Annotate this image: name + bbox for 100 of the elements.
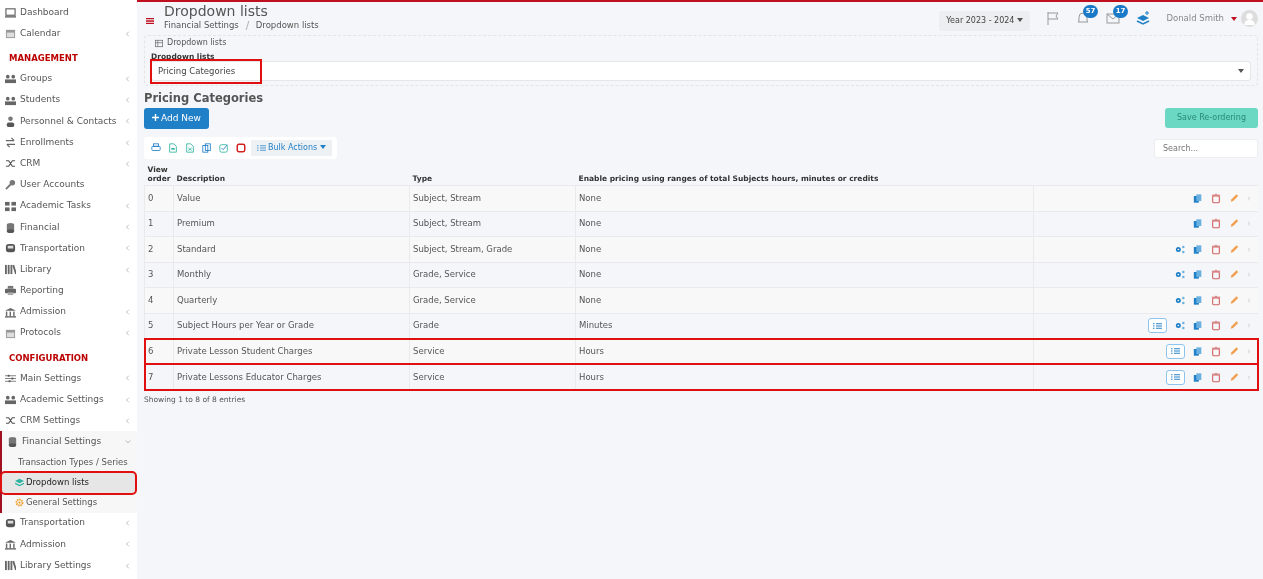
sidebar-item[interactable]: Personnel & Contacts xyxy=(0,110,137,132)
sidebar-item[interactable]: Protocols xyxy=(0,322,137,344)
pencil-icon[interactable] xyxy=(1229,320,1239,332)
shuffle-icon xyxy=(5,415,16,427)
menu-icon xyxy=(146,17,154,25)
square-icon[interactable] xyxy=(236,143,246,153)
trash-icon[interactable] xyxy=(1211,218,1221,230)
sidebar-item[interactable]: Financial xyxy=(0,216,137,238)
year-dropdown[interactable]: Year 2023 - 2024 xyxy=(939,11,1031,31)
pencil-icon[interactable] xyxy=(1229,269,1239,281)
breadcrumb-item: Dropdown lists xyxy=(255,19,319,33)
pencil-icon[interactable] xyxy=(1229,218,1239,230)
key-icon xyxy=(5,179,16,191)
sidebar-item[interactable]: User Accounts xyxy=(0,174,137,196)
grid-icon xyxy=(5,200,16,212)
sidebar-subitem[interactable]: Dropdown lists xyxy=(2,472,135,493)
copy-icon[interactable] xyxy=(202,143,212,153)
sidebar-item[interactable]: Transportation xyxy=(0,237,137,260)
pencil-icon[interactable] xyxy=(1229,294,1239,306)
dropdown-field[interactable]: Pricing Categories xyxy=(151,61,1251,82)
trash-icon[interactable] xyxy=(1211,192,1221,204)
section-title: Pricing Categories xyxy=(144,90,265,108)
gears-icon[interactable] xyxy=(1175,269,1185,281)
pencil-icon[interactable] xyxy=(1229,192,1239,204)
table-cell: 2 xyxy=(144,236,174,262)
trash-icon[interactable] xyxy=(1211,320,1221,332)
gears-icon[interactable] xyxy=(1175,320,1185,332)
people-icon xyxy=(5,94,16,106)
excel-file-icon[interactable] xyxy=(185,143,195,153)
gears-icon[interactable] xyxy=(1175,294,1185,306)
sidebar-item[interactable]: Calendar xyxy=(0,23,137,45)
sidebar-item[interactable]: CRM Settings xyxy=(0,410,137,432)
gears-icon[interactable] xyxy=(1175,243,1185,255)
table-cell: 7 xyxy=(144,364,174,390)
arrows-icon xyxy=(5,137,16,149)
copy-icon[interactable] xyxy=(1193,371,1203,383)
user-menu[interactable]: Donald Smith xyxy=(1166,12,1224,25)
sidebar-subitem[interactable]: Transaction Types / Series xyxy=(2,452,137,473)
sidebar-item[interactable]: Library Settings xyxy=(0,554,137,577)
sidebar-item[interactable]: Academic Tasks xyxy=(0,195,137,217)
sidebar-item[interactable]: Admission xyxy=(0,301,137,323)
table-icon xyxy=(155,38,163,48)
table-cell: None xyxy=(575,287,1034,313)
table-cell: Private Lesson Student Charges xyxy=(173,338,410,364)
sidebar-subitem[interactable]: General Settings xyxy=(2,492,137,513)
table-cell: Quarterly xyxy=(173,287,410,313)
copy-icon[interactable] xyxy=(1193,218,1203,230)
sidebar-item[interactable]: Groups xyxy=(0,68,137,90)
sidebar-item[interactable]: Library xyxy=(0,259,137,281)
sidebar-item[interactable]: Admission xyxy=(0,533,137,555)
sidebar-item[interactable]: Transportation xyxy=(0,512,137,534)
table-cell: Value xyxy=(173,185,410,211)
check-square-icon[interactable] xyxy=(219,143,229,153)
add-new-button[interactable]: Add New xyxy=(144,107,209,129)
table-cell: Private Lessons Educator Charges xyxy=(173,364,410,390)
pencil-icon[interactable] xyxy=(1229,243,1239,255)
pencil-icon[interactable] xyxy=(1229,371,1239,383)
calendar-icon xyxy=(5,28,16,40)
trash-icon[interactable] xyxy=(1211,269,1221,281)
people-icon xyxy=(5,73,16,85)
print-icon[interactable] xyxy=(151,143,161,153)
breadcrumb-item[interactable]: Financial Settings xyxy=(164,19,239,33)
avatar-icon xyxy=(1241,10,1258,27)
plus-icon xyxy=(152,113,159,121)
pencil-icon[interactable] xyxy=(1229,345,1239,357)
sidebar-item[interactable]: Enrollments xyxy=(0,131,137,154)
trash-icon[interactable] xyxy=(1211,243,1221,255)
trash-icon[interactable] xyxy=(1211,371,1221,383)
table-cell: Subject Hours per Year or Grade xyxy=(173,313,410,339)
copy-icon[interactable] xyxy=(1193,192,1203,204)
flag-icon xyxy=(1046,11,1061,25)
copy-icon[interactable] xyxy=(1193,294,1203,306)
list-button[interactable] xyxy=(1148,318,1167,334)
sidebar-item[interactable]: Reporting xyxy=(0,280,137,302)
trash-icon[interactable] xyxy=(1211,294,1221,306)
copy-icon[interactable] xyxy=(1193,320,1203,332)
sidebar-item[interactable]: Main Settings xyxy=(0,367,137,389)
monitor-icon xyxy=(5,7,16,19)
csv-file-icon[interactable] xyxy=(168,143,178,153)
layers-icon xyxy=(15,478,24,488)
copy-icon[interactable] xyxy=(1193,269,1203,281)
sidebar-item[interactable]: Financial Settings xyxy=(2,431,137,453)
list-button[interactable] xyxy=(1166,369,1185,385)
trash-icon[interactable] xyxy=(1211,345,1221,357)
sidebar-item[interactable]: Students xyxy=(0,89,137,111)
list-button[interactable] xyxy=(1166,343,1185,359)
copy-icon[interactable] xyxy=(1193,243,1203,255)
search-field[interactable]: Search... xyxy=(1154,138,1258,158)
table-cell: 4 xyxy=(144,287,174,313)
table-cell: Service xyxy=(409,364,576,390)
sidebar-item[interactable]: Dashboard xyxy=(0,2,137,24)
sidebar-item[interactable]: CRM xyxy=(0,153,137,175)
slash-icon xyxy=(244,21,250,31)
copy-icon[interactable] xyxy=(1193,345,1203,357)
bulk-actions-button[interactable]: Bulk Actions xyxy=(251,140,333,156)
table-cell: None xyxy=(575,185,1034,211)
table-cell: Grade, Service xyxy=(409,287,576,313)
shuffle-icon xyxy=(5,158,16,170)
sidebar-item[interactable]: Academic Settings xyxy=(0,389,137,411)
caret-icon xyxy=(1017,18,1024,22)
